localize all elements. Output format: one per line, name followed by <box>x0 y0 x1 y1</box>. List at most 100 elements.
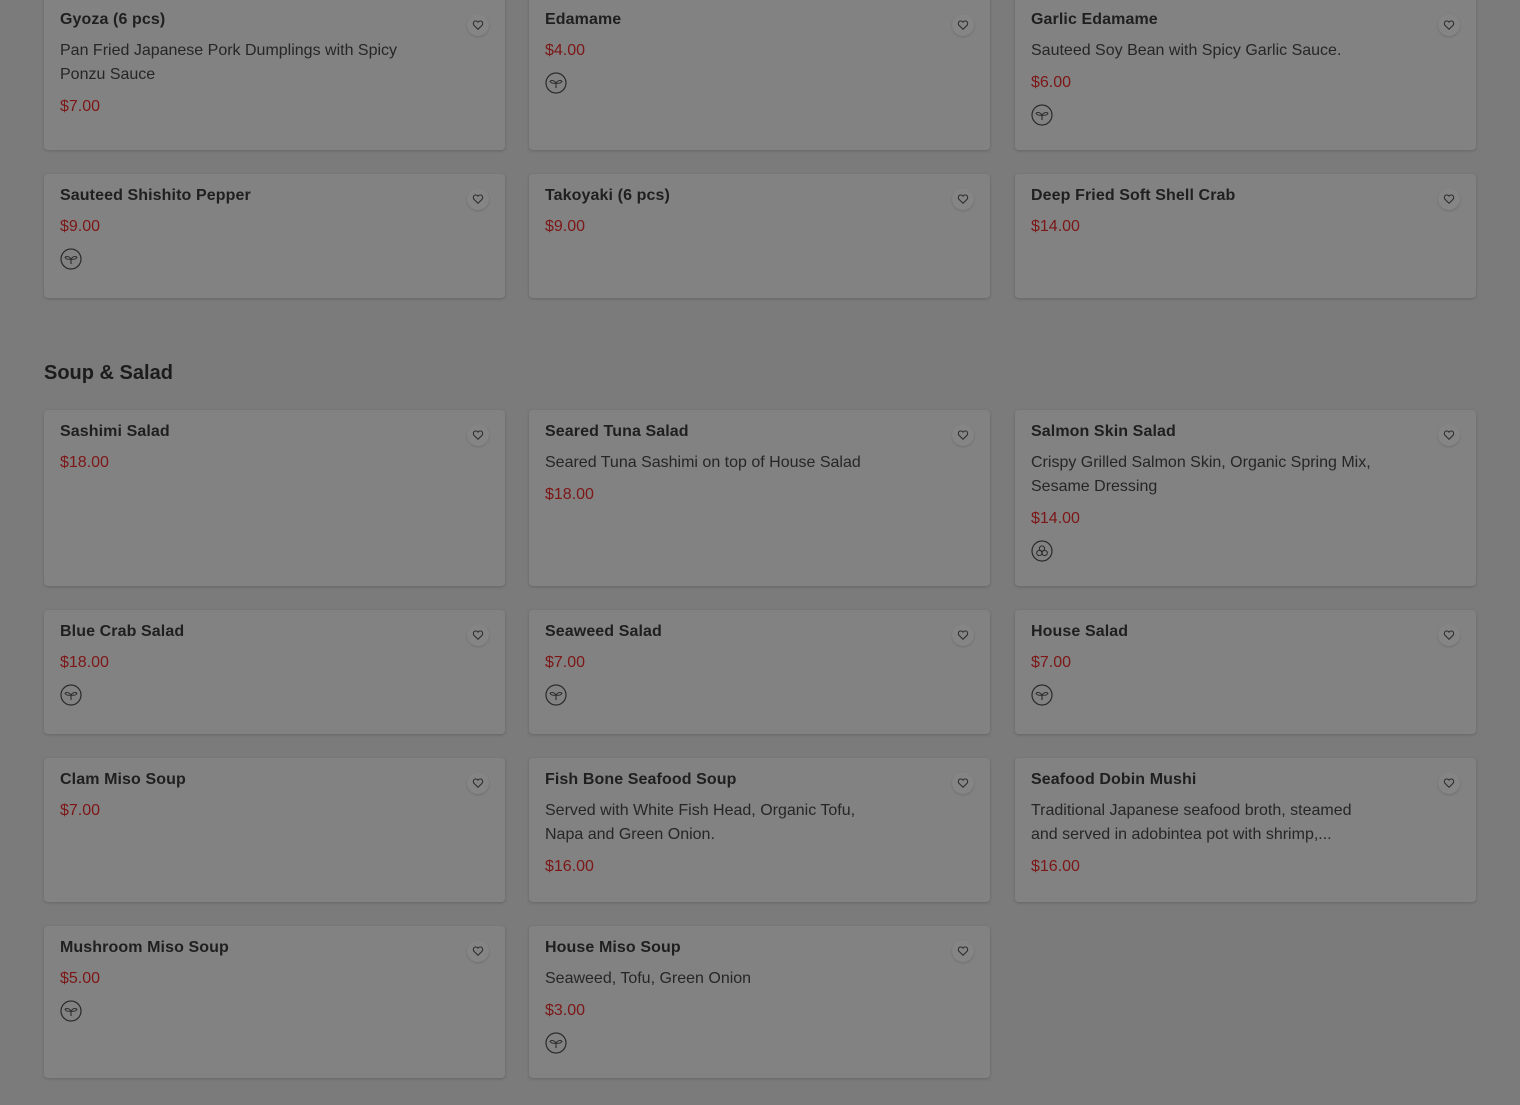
menu-item-description: Seaweed, Tofu, Green Onion <box>545 970 752 987</box>
menu-item-name: Sashimi Salad <box>60 423 170 440</box>
menu-item-price: $3.00 <box>545 1002 586 1019</box>
menu-item-description: Seared Tuna Sashimi on top of House Sala… <box>545 454 861 471</box>
menu-item-name: Takoyaki (6 pcs) <box>545 187 670 204</box>
section-title: Soup & Salad <box>44 362 173 384</box>
heart-outline-icon <box>1443 430 1455 440</box>
menu-item-name: Salmon Skin Salad <box>1031 423 1176 440</box>
heart-outline-icon <box>1443 194 1455 204</box>
favorite-button[interactable] <box>952 624 974 646</box>
menu-item-card[interactable]: Blue Crab Salad $18.00 <box>44 610 505 734</box>
menu-item-card[interactable]: House Miso Soup Seaweed, Tofu, Green Onio… <box>529 926 990 1078</box>
menu-item-card[interactable]: Clam Miso Soup $7.00 <box>44 758 505 902</box>
menu-item-price: $7.00 <box>60 98 101 115</box>
heart-outline-icon <box>472 778 484 788</box>
heart-outline-icon <box>957 430 969 440</box>
menu-item-price: $9.00 <box>545 218 586 235</box>
menu-item-name: Sauteed Shishito Pepper <box>60 187 251 204</box>
menu-item-description: Served with White Fish Head, Organic Tof… <box>545 802 856 843</box>
menu-item-description: Traditional Japanese seafood broth, stea… <box>1031 802 1352 843</box>
menu-item-description: Crispy Grilled Salmon Skin, Organic Spri… <box>1031 454 1371 495</box>
favorite-button[interactable] <box>952 772 974 794</box>
menu-item-price: $16.00 <box>1031 858 1080 875</box>
vegan-sprout-icon <box>1031 684 1053 706</box>
menu-item-name: Gyoza (6 pcs) <box>60 11 166 28</box>
heart-outline-icon <box>472 430 484 440</box>
menu-item-name: Garlic Edamame <box>1031 11 1158 28</box>
menu-item-price: $4.00 <box>545 42 586 59</box>
menu-item-name: Fish Bone Seafood Soup <box>545 771 737 788</box>
menu-item-price: $7.00 <box>1031 654 1072 671</box>
menu-item-name: Seared Tuna Salad <box>545 423 689 440</box>
menu-item-price: $18.00 <box>60 654 109 671</box>
heart-outline-icon <box>1443 630 1455 640</box>
menu-item-card[interactable]: Edamame $4.00 <box>529 0 990 150</box>
vegan-sprout-icon <box>545 1032 567 1054</box>
vegan-sprout-icon <box>60 248 82 270</box>
favorite-button[interactable] <box>467 14 489 36</box>
favorite-button[interactable] <box>1438 772 1460 794</box>
heart-outline-icon <box>957 946 969 956</box>
menu-item-name: Seaweed Salad <box>545 623 662 640</box>
menu-item-card[interactable]: Mushroom Miso Soup $5.00 <box>44 926 505 1078</box>
menu-item-card[interactable]: Seared Tuna Salad Seared Tuna Sashimi on … <box>529 410 990 586</box>
menu-item-card[interactable]: Deep Fried Soft Shell Crab $14.00 <box>1015 174 1476 298</box>
menu-item-price: $5.00 <box>60 970 101 987</box>
favorite-button[interactable] <box>952 14 974 36</box>
favorite-button[interactable] <box>1438 624 1460 646</box>
menu-item-card[interactable]: Gyoza (6 pcs) Pan Fried Japanese Pork Dum… <box>44 0 505 150</box>
menu-item-price: $18.00 <box>545 486 594 503</box>
menu-item-card[interactable]: House Salad $7.00 <box>1015 610 1476 734</box>
menu-item-price: $7.00 <box>545 654 586 671</box>
vegan-sprout-icon <box>60 684 82 706</box>
menu-item-card[interactable]: Sashimi Salad $18.00 <box>44 410 505 586</box>
organic-leaf-icon <box>1031 540 1053 562</box>
menu-item-card[interactable]: Salmon Skin Salad Crispy Grilled Salmon S… <box>1015 410 1476 586</box>
menu-item-card[interactable]: Sauteed Shishito Pepper $9.00 <box>44 174 505 298</box>
favorite-button[interactable] <box>1438 188 1460 210</box>
menu-item-card[interactable]: Takoyaki (6 pcs) $9.00 <box>529 174 990 298</box>
favorite-button[interactable] <box>467 624 489 646</box>
vegan-sprout-icon <box>545 72 567 94</box>
menu-item-price: $6.00 <box>1031 74 1072 91</box>
heart-outline-icon <box>957 778 969 788</box>
menu-item-card[interactable]: Garlic Edamame Sauteed Soy Bean with Spic… <box>1015 0 1476 150</box>
menu-item-price: $18.00 <box>60 454 109 471</box>
heart-outline-icon <box>957 20 969 30</box>
favorite-button[interactable] <box>467 424 489 446</box>
menu-item-description: Pan Fried Japanese Pork Dumplings with S… <box>60 42 398 83</box>
menu-item-price: $9.00 <box>60 218 101 235</box>
favorite-button[interactable] <box>467 940 489 962</box>
menu-item-name: Mushroom Miso Soup <box>60 939 229 956</box>
heart-outline-icon <box>957 630 969 640</box>
menu-item-name: House Miso Soup <box>545 939 681 956</box>
heart-outline-icon <box>472 630 484 640</box>
favorite-button[interactable] <box>467 772 489 794</box>
menu-item-price: $14.00 <box>1031 218 1080 235</box>
favorite-button[interactable] <box>467 188 489 210</box>
vegan-sprout-icon <box>60 1000 82 1022</box>
menu-item-name: Blue Crab Salad <box>60 623 185 640</box>
heart-outline-icon <box>1443 778 1455 788</box>
favorite-button[interactable] <box>1438 424 1460 446</box>
favorite-button[interactable] <box>952 188 974 210</box>
menu-item-price: $7.00 <box>60 802 101 819</box>
menu-item-name: Edamame <box>545 11 622 28</box>
vegan-sprout-icon <box>1031 104 1053 126</box>
menu-item-name: Clam Miso Soup <box>60 771 186 788</box>
heart-outline-icon <box>957 194 969 204</box>
heart-outline-icon <box>1443 20 1455 30</box>
menu-item-price: $16.00 <box>545 858 594 875</box>
heart-outline-icon <box>472 194 484 204</box>
vegan-sprout-icon <box>545 684 567 706</box>
menu-item-card[interactable]: Fish Bone Seafood Soup Served with White … <box>529 758 990 902</box>
menu-item-card[interactable]: Seaweed Salad $7.00 <box>529 610 990 734</box>
favorite-button[interactable] <box>1438 14 1460 36</box>
menu-item-name: House Salad <box>1031 623 1129 640</box>
menu-item-name: Deep Fried Soft Shell Crab <box>1031 187 1236 204</box>
heart-outline-icon <box>472 20 484 30</box>
menu-item-description: Sauteed Soy Bean with Spicy Garlic Sauce… <box>1031 42 1342 59</box>
menu-item-card[interactable]: Seafood Dobin Mushi Traditional Japanese … <box>1015 758 1476 902</box>
favorite-button[interactable] <box>952 940 974 962</box>
favorite-button[interactable] <box>952 424 974 446</box>
heart-outline-icon <box>472 946 484 956</box>
